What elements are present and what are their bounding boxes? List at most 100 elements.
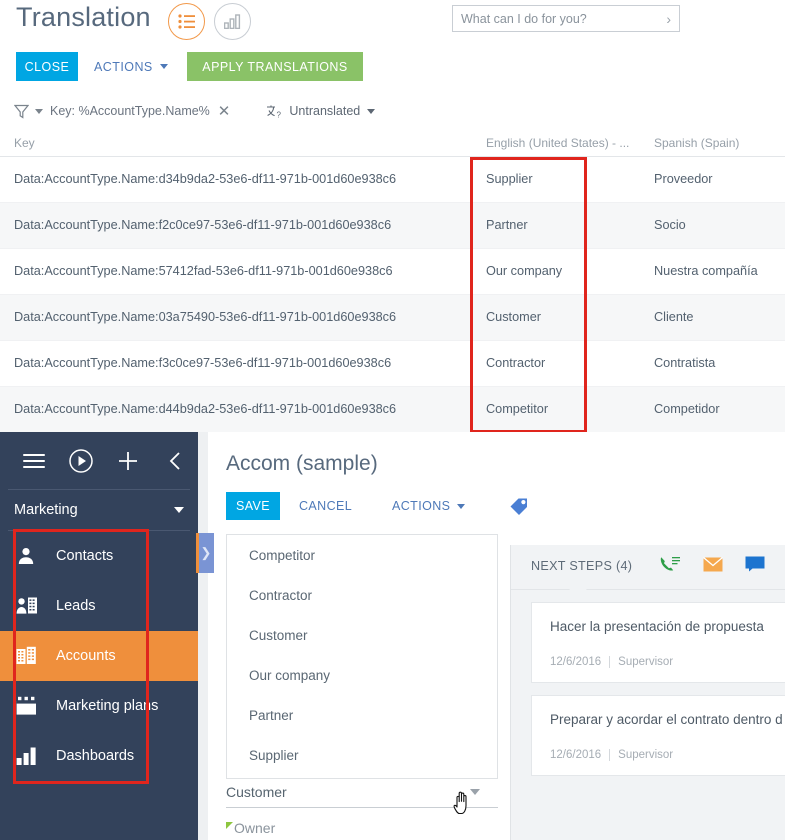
cell-spanish[interactable]: Proveedor xyxy=(654,172,713,186)
add-icon[interactable] xyxy=(104,437,151,485)
sidebar-item-contacts[interactable]: Contacts xyxy=(0,531,198,581)
table-row[interactable]: Data:AccountType.Name:57412fad-53e6-df11… xyxy=(0,249,785,295)
record-title: Accom (sample) xyxy=(226,452,378,475)
cell-english[interactable]: Supplier xyxy=(486,172,533,186)
next-step-meta: 12/6/2016 Supervisor xyxy=(550,656,785,668)
save-button[interactable]: SAVE xyxy=(226,492,280,520)
sidebar-item-accounts[interactable]: Accounts xyxy=(0,631,198,681)
next-step-meta: 12/6/2016 Supervisor xyxy=(550,749,785,761)
cell-english[interactable]: Partner xyxy=(486,218,528,232)
dropdown-option[interactable]: Contractor xyxy=(227,575,497,615)
dropdown-option[interactable]: Our company xyxy=(227,655,497,695)
column-header-key[interactable]: Key xyxy=(14,136,35,150)
expand-panel-handle[interactable]: ❯ xyxy=(198,533,214,573)
chevron-right-icon: › xyxy=(666,10,671,27)
accounts-icon xyxy=(16,646,50,666)
translation-toolbar: CLOSE ACTIONS APPLY TRANSLATIONS xyxy=(0,48,785,86)
call-icon[interactable] xyxy=(659,555,681,578)
cancel-button[interactable]: CANCEL xyxy=(299,492,352,520)
crm-window: Marketing Contacts Leads Accounts Marketing… xyxy=(0,432,785,840)
table-row[interactable]: Data:AccountType.Name:f2c0ce97-53e6-df11… xyxy=(0,203,785,249)
sidebar-item-leads[interactable]: Leads xyxy=(0,581,198,631)
translate-icon[interactable]: ? xyxy=(266,104,283,119)
translation-header: Translation › xyxy=(0,0,785,46)
chevron-down-icon xyxy=(457,503,466,509)
next-step-date: 12/6/2016 xyxy=(550,749,602,761)
dropdown-option[interactable]: Partner xyxy=(227,695,497,735)
cell-english[interactable]: Our company xyxy=(486,264,562,278)
owner-field-label: Owner xyxy=(234,820,276,836)
dropdown-options: Competitor Contractor Customer Our company P… xyxy=(227,535,497,775)
cell-english[interactable]: Customer xyxy=(486,310,541,324)
chevron-down-icon xyxy=(174,507,184,513)
tab-next-steps[interactable]: NEXT STEPS (4) xyxy=(531,559,632,573)
sidebar-item-marketing-plans[interactable]: Marketing plans xyxy=(0,681,198,731)
column-header-english[interactable]: English (United States) - ... xyxy=(486,136,629,150)
record-actions-label: ACTIONS xyxy=(392,499,451,513)
apply-translations-button[interactable]: APPLY TRANSLATIONS xyxy=(187,52,363,81)
next-steps-tabbar: NEXT STEPS (4) xyxy=(511,545,785,590)
table-body: Data:AccountType.Name:d34b9da2-53e6-df11… xyxy=(0,157,785,432)
calendar-icon xyxy=(16,696,50,716)
dropdown-option[interactable]: Customer xyxy=(227,615,497,655)
filter-funnel-icon[interactable] xyxy=(14,104,29,119)
cell-key: Data:AccountType.Name:03a75490-53e6-df11… xyxy=(14,310,397,324)
tag-icon[interactable] xyxy=(508,495,530,522)
translation-table: Key English (United States) - ... Spanis… xyxy=(0,130,785,432)
menu-icon[interactable] xyxy=(10,437,57,485)
bar-chart-icon xyxy=(224,14,241,29)
table-row[interactable]: Data:AccountType.Name:03a75490-53e6-df11… xyxy=(0,295,785,341)
account-type-dropdown[interactable]: Competitor Contractor Customer Our company P… xyxy=(226,534,498,779)
untranslated-chevron-down-icon[interactable] xyxy=(367,108,376,114)
table-row[interactable]: Data:AccountType.Name:d34b9da2-53e6-df11… xyxy=(0,157,785,203)
cell-spanish[interactable]: Socio xyxy=(654,218,686,232)
workplace-selector[interactable]: Marketing xyxy=(0,490,198,530)
search-input[interactable] xyxy=(461,11,663,26)
filter-remove-icon[interactable]: ✕ xyxy=(218,104,231,119)
meta-divider xyxy=(609,749,611,761)
cell-spanish[interactable]: Contratista xyxy=(654,356,715,370)
filter-chevron-down-icon[interactable] xyxy=(35,108,43,114)
cell-key: Data:AccountType.Name:f3c0ce97-53e6-df11… xyxy=(14,356,392,370)
chat-icon[interactable] xyxy=(745,556,765,577)
record-actions-button[interactable]: ACTIONS xyxy=(392,492,466,520)
contact-icon xyxy=(16,546,50,566)
sidebar-item-dashboards[interactable]: Dashboards xyxy=(0,731,198,781)
owner-field[interactable]: Owner xyxy=(226,820,498,836)
page-title: Translation xyxy=(16,2,151,32)
cell-spanish[interactable]: Cliente xyxy=(654,310,694,324)
cell-english[interactable]: Contractor xyxy=(486,356,545,370)
table-row[interactable]: Data:AccountType.Name:f3c0ce97-53e6-df11… xyxy=(0,341,785,387)
sidebar-item-label: Marketing plans xyxy=(56,698,159,714)
leads-icon xyxy=(16,596,50,616)
translation-section: Translation › CLOSE xyxy=(0,0,785,432)
cell-key: Data:AccountType.Name:d34b9da2-53e6-df11… xyxy=(14,172,397,186)
column-header-spanish[interactable]: Spanish (Spain) xyxy=(654,136,739,150)
table-row[interactable]: Data:AccountType.Name:d44b9da2-53e6-df11… xyxy=(0,387,785,432)
svg-text:?: ? xyxy=(277,110,282,119)
filter-chip-text: Key: %AccountType.Name% xyxy=(50,104,210,118)
sidebar-item-label: Dashboards xyxy=(56,748,135,764)
next-step-card[interactable]: Preparar y acordar el contrato dentro d 1… xyxy=(531,695,785,776)
close-button[interactable]: CLOSE xyxy=(16,52,78,81)
untranslated-filter-label[interactable]: Untranslated xyxy=(289,104,360,118)
dropdown-option[interactable]: Competitor xyxy=(227,535,497,575)
collapse-icon[interactable] xyxy=(151,437,198,485)
global-search-box[interactable]: › xyxy=(452,5,680,32)
cell-key: Data:AccountType.Name:d44b9da2-53e6-df11… xyxy=(14,402,397,416)
list-view-toggle[interactable] xyxy=(168,3,205,40)
email-icon[interactable] xyxy=(703,556,723,577)
mouse-cursor xyxy=(452,789,474,822)
chart-view-toggle[interactable] xyxy=(214,3,251,40)
cell-english[interactable]: Competitor xyxy=(486,402,548,416)
sidebar-item-label: Leads xyxy=(56,598,96,614)
dropdown-option[interactable]: Supplier xyxy=(227,735,497,775)
actions-menu-button[interactable]: ACTIONS xyxy=(94,52,168,81)
actions-label: ACTIONS xyxy=(94,59,153,74)
workplace-label: Marketing xyxy=(14,502,78,518)
next-step-card[interactable]: Hacer la presentación de propuesta 12/6/2… xyxy=(531,602,785,683)
run-process-icon[interactable] xyxy=(57,437,104,485)
cell-spanish[interactable]: Nuestra compañía xyxy=(654,264,758,278)
tab-active-arrow xyxy=(569,582,587,590)
cell-spanish[interactable]: Competidor xyxy=(654,402,720,416)
